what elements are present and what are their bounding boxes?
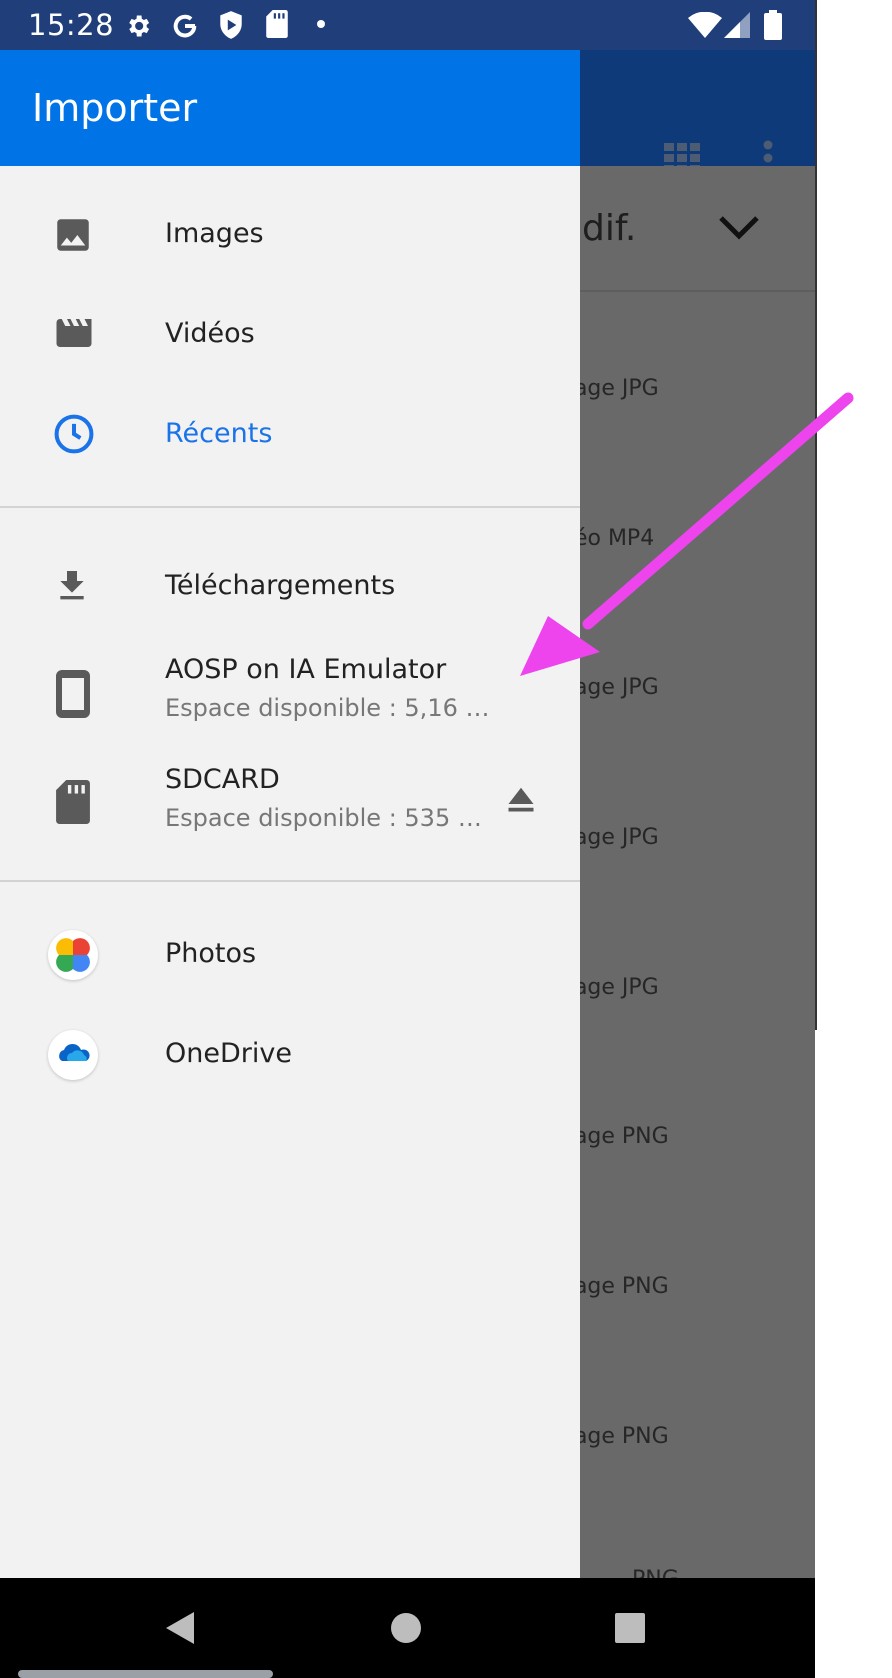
drawer-item-label: Images [165, 218, 264, 249]
wifi-icon [688, 12, 722, 38]
sd-card-icon [266, 10, 288, 38]
phone-screen: odif. nage JPG déo MP4 nage JPG nage JPG… [0, 0, 815, 1678]
google-photos-icon [48, 930, 98, 980]
drawer-item-photos[interactable]: Photos [0, 906, 580, 1006]
drawer-item-label: Récents [165, 418, 273, 449]
drawer-item-label: SDCARD [165, 764, 280, 795]
drawer-item-videos[interactable]: Vidéos [0, 286, 580, 386]
clock: 15:28 [28, 8, 115, 42]
drawer-item-sdcard[interactable]: SDCARD Espace disponible : 535 … [0, 748, 580, 858]
drawer-title: Importer [32, 86, 198, 130]
video-clapper-icon [56, 319, 92, 347]
drawer-item-label: AOSP on IA Emulator [165, 654, 447, 685]
drawer-item-subtitle: Espace disponible : 535 … [165, 804, 482, 832]
drawer-item-device-storage[interactable]: AOSP on IA Emulator Espace disponible : … [0, 638, 580, 748]
dot-icon [317, 20, 325, 28]
drawer-item-label: Photos [165, 938, 257, 969]
chevron-down-icon[interactable] [718, 214, 760, 242]
drawer-item-images[interactable]: Images [0, 186, 580, 286]
home-icon[interactable] [390, 1610, 422, 1646]
sd-card-icon [56, 780, 90, 824]
signal-icon [724, 12, 750, 38]
drawer-item-onedrive[interactable]: OneDrive [0, 1006, 580, 1106]
drawer-item-subtitle: Espace disponible : 5,16 … [165, 694, 490, 722]
home-indicator [18, 1670, 273, 1678]
shield-play-icon [220, 11, 242, 39]
navigation-drawer: Importer Images Vidéos Récents Télécharg… [0, 50, 580, 1578]
phone-icon [56, 670, 90, 718]
divider [0, 880, 580, 882]
drawer-item-label: Téléchargements [165, 570, 396, 601]
gear-icon [129, 15, 150, 37]
clock-icon [54, 414, 94, 454]
onedrive-icon [48, 1030, 98, 1080]
drawer-item-label: Vidéos [165, 318, 255, 349]
drawer-item-recents[interactable]: Récents [0, 386, 580, 486]
battery-icon [764, 10, 782, 40]
eject-icon[interactable] [506, 784, 536, 814]
drawer-header: Importer [0, 50, 580, 166]
system-nav-bar [0, 1578, 815, 1678]
recents-icon[interactable] [614, 1610, 646, 1646]
back-icon[interactable] [164, 1610, 196, 1646]
download-icon [60, 571, 84, 600]
drawer-item-label: OneDrive [165, 1038, 292, 1069]
status-bar: 15:28 [0, 0, 815, 50]
divider [0, 506, 580, 508]
drawer-item-downloads[interactable]: Téléchargements [0, 538, 580, 638]
google-g-icon [173, 14, 197, 38]
screen-edge [815, 0, 817, 1030]
image-icon [57, 219, 89, 251]
